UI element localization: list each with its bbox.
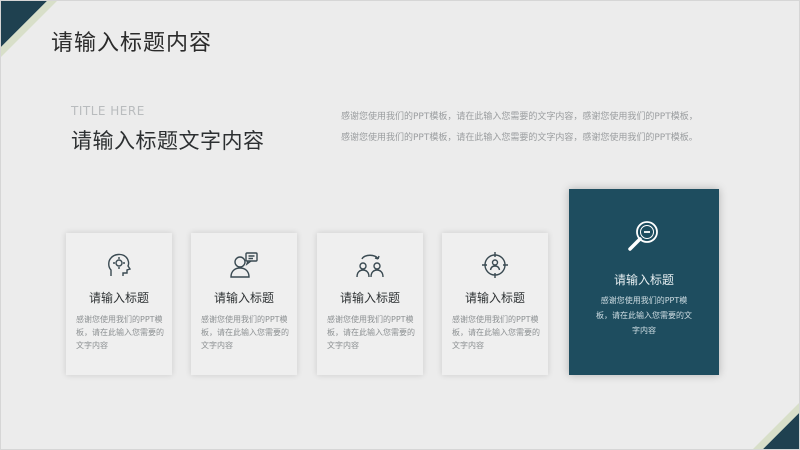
card-text: 感谢您使用我们的PPT模板，请在此输入您需要的文字内容 [201,315,289,350]
featured-text: 感谢您使用我们的PPT模板，请在此输入您需要的文字内容 [596,296,692,335]
target-person-icon [482,252,508,278]
section-title: 请输入标题文字内容 [71,129,265,153]
user-chat-icon [230,252,258,278]
corner-decoration [753,403,799,449]
card-title: 请输入标题 [213,291,274,305]
feature-card: 请输入标题 感谢您使用我们的PPT模板，请在此输入您需要的文字内容 [191,233,297,375]
magnifier-icon [628,221,658,251]
feature-card: 请输入标题 感谢您使用我们的PPT模板，请在此输入您需要的文字内容 [317,233,423,375]
feature-card: 请输入标题 感谢您使用我们的PPT模板，请在此输入您需要的文字内容 [442,233,548,375]
card-text: 感谢您使用我们的PPT模板，请在此输入您需要的文字内容 [452,315,540,350]
card-title: 请输入标题 [339,291,400,305]
card-text: 感谢您使用我们的PPT模板，请在此输入您需要的文字内容 [76,315,164,350]
section-eyebrow: TITLE HERE [71,104,145,118]
gear-head-icon [108,253,132,276]
slide: 请输入标题内容 TITLE HERE 请输入标题文字内容 感谢您使用我们的PPT… [0,0,800,450]
card-title: 请输入标题 [464,291,525,305]
card-text: 感谢您使用我们的PPT模板，请在此输入您需要的文字内容 [327,315,415,350]
page-title: 请输入标题内容 [51,31,213,56]
featured-card: 请输入标题 感谢您使用我们的PPT模板，请在此输入您需要的文字内容 [569,189,719,375]
feature-card: 请输入标题 感谢您使用我们的PPT模板，请在此输入您需要的文字内容 [66,233,172,375]
featured-title: 请输入标题 [613,273,674,287]
intro-paragraph: 感谢您使用我们的PPT模板，请在此输入您需要的文字内容，感谢您使用我们的PPT模… [341,112,698,143]
people-exchange-icon [356,254,384,278]
card-title: 请输入标题 [88,291,149,305]
